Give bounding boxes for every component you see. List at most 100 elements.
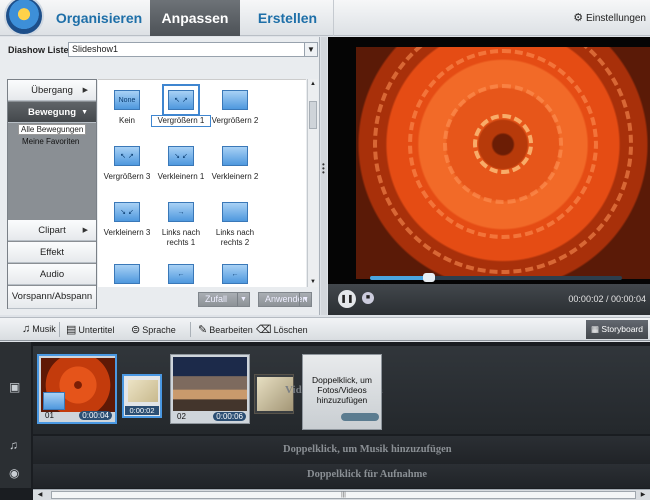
time-display: 00:00:02 / 00:00:04 (568, 294, 646, 304)
top-navigation-bar: Organisieren Anpassen Erstellen ⚙ Einste… (0, 0, 650, 36)
stop-button[interactable]: ■ (362, 292, 374, 304)
subtitle-icon: ▤ (66, 324, 77, 336)
progress-handle[interactable] (422, 273, 435, 282)
subcategory-alle-bewegungen[interactable]: Alle Bewegungen (18, 124, 87, 135)
effect-label: Links nach rechts 1 (161, 228, 201, 247)
clip-thumbnail (173, 357, 247, 411)
pause-button[interactable]: ❚❚ (338, 290, 356, 308)
drag-handle-icon[interactable]: • • • (322, 161, 325, 177)
microphone-icon: ⊜ (131, 324, 141, 336)
apply-button[interactable]: Anwenden ▼ (258, 292, 312, 307)
preview-video (356, 47, 650, 279)
chevron-down-icon[interactable]: ▼ (304, 43, 317, 56)
subcategory-meine-favoriten[interactable]: Meine Favoriten (22, 137, 79, 146)
chevron-down-icon[interactable]: ▼ (299, 293, 311, 306)
pan-icon: ← (222, 264, 248, 284)
chevron-right-icon: ▶ (82, 227, 88, 234)
voice-record-track[interactable]: Doppelklick für Aufnahme (33, 464, 650, 488)
playback-progress-bar[interactable] (370, 273, 622, 282)
storyboard-scrollbar[interactable]: ◀ ||| ▶ (33, 489, 650, 500)
storyboard-toggle[interactable]: ▦ Storyboard (586, 320, 648, 339)
add-media-text: Doppelklick, um Fotos/Videos hinzuzufüge… (312, 375, 372, 405)
random-button[interactable]: Zufall ▼ (198, 292, 250, 307)
scroll-up-icon[interactable]: ▲ (308, 79, 318, 89)
scrollbar-thumb[interactable]: ||| (51, 491, 636, 499)
effect-partial-row[interactable] (98, 264, 156, 287)
effect-verkleinern-3[interactable]: ↘ ↙ Verkleinern 3 (98, 202, 156, 238)
storyboard-transition-1[interactable]: 0:00:02 (122, 374, 162, 418)
chevron-down-icon[interactable]: ▼ (237, 293, 249, 306)
slideshow-list-label: Diashow Liste (8, 45, 69, 55)
category-effekt[interactable]: Effekt (8, 242, 96, 263)
subtitle-label: Untertitel (78, 325, 115, 335)
scroll-left-icon[interactable]: ◀ (35, 490, 45, 500)
tab-erstellen[interactable]: Erstellen (242, 0, 334, 36)
pan-icon (114, 264, 140, 284)
category-vorspann-abspann[interactable]: Vorspann/Abspann (8, 286, 96, 309)
record-hint: Doppelklick für Aufnahme (307, 469, 427, 480)
slideshow-select[interactable]: Slideshow1 ▼ (68, 42, 318, 57)
voice-label: Sprache (142, 325, 176, 335)
chevron-right-icon: ▶ (82, 87, 88, 94)
effect-gallery-scrollbar[interactable]: ▲ ▼ (307, 79, 318, 287)
edit-button[interactable]: ✎ Bearbeiten (198, 323, 253, 336)
add-media-placeholder[interactable]: Doppelklick, um Fotos/Videos hinzuzufüge… (302, 354, 382, 430)
clip-number: 02 (177, 412, 186, 421)
effect-thumbnail: None (114, 90, 140, 110)
subtitle-button[interactable]: ▤ Untertitel (66, 323, 114, 336)
effect-verkleinern-2[interactable]: Verkleinern 2 (206, 146, 264, 182)
trash-icon: ⌫ (256, 324, 272, 336)
music-label: Musik (32, 324, 56, 334)
category-clipart[interactable]: Clipart ▶ (8, 220, 96, 241)
effect-vergroessern-2[interactable]: Vergrößern 2 (206, 90, 264, 126)
edit-label: Bearbeiten (209, 325, 253, 335)
storyboard-clip-1[interactable]: 01 0:00:04 (37, 354, 117, 424)
panel-splitter[interactable]: • • • (321, 37, 327, 315)
effect-kein[interactable]: None Kein (98, 90, 156, 126)
music-track[interactable]: Doppelklick, um Musik hinzuzufügen (33, 436, 650, 464)
scroll-right-icon[interactable]: ▶ (638, 490, 648, 500)
effect-label: Links nach rechts 2 (215, 228, 255, 247)
microphone-icon: ◉ (9, 466, 20, 480)
effect-partial-row[interactable]: ← (152, 264, 210, 287)
add-music-hint: Doppelklick, um Musik hinzuzufügen (283, 444, 452, 455)
zoom-out-icon (222, 146, 248, 166)
storyboard-clip-2[interactable]: 02 0:00:06 (170, 354, 250, 424)
timeline-toolbar: ♫ Musik ▤ Untertitel ⊜ Sprache ✎ Bearbeiten … (0, 317, 650, 341)
clip-number: 01 (45, 411, 54, 420)
settings-button[interactable]: ⚙ Einstellungen (573, 11, 646, 24)
category-bewegung[interactable]: Bewegung ▼ (8, 102, 96, 123)
track-icons-column: ▣ ♫ ◉ (0, 342, 31, 488)
category-list: Übergang ▶ Bewegung ▼ Clipart ▶ Effekt A… (7, 79, 97, 309)
music-button[interactable]: ♫ Musik (22, 323, 56, 335)
category-label: Audio (39, 269, 65, 280)
transition-duration: 0:00:02 (125, 406, 159, 415)
scroll-down-icon[interactable]: ▼ (308, 277, 318, 287)
effect-label: Vergrößern 1 (151, 115, 211, 127)
tab-organisieren[interactable]: Organisieren (50, 0, 148, 36)
category-label: Clipart (38, 225, 66, 236)
gear-icon: ⚙ (573, 12, 584, 24)
effect-vergroessern-1[interactable]: ↖ ↗ Vergrößern 1 (151, 84, 211, 127)
effect-links-nach-rechts-1[interactable]: → Links nach rechts 1 (152, 202, 210, 248)
zoom-out-icon: ↘ ↙ (168, 146, 194, 166)
category-audio[interactable]: Audio (8, 264, 96, 285)
delete-label: Löschen (273, 325, 308, 335)
effect-partial-row[interactable]: ← (206, 264, 264, 287)
delete-button[interactable]: ⌫ Löschen (256, 323, 308, 336)
voice-button[interactable]: ⊜ Sprache (131, 323, 176, 336)
tab-anpassen[interactable]: Anpassen (150, 0, 240, 36)
storyboard-area: ▣ ♫ ◉ 01 0:00:04 0:00:02 02 0:00:06 Vide… (0, 342, 650, 500)
effect-label: Vergrößern 3 (103, 172, 151, 181)
effect-vergroessern-3[interactable]: ↖ ↗ Vergrößern 3 (98, 146, 156, 182)
photo-video-track[interactable]: 01 0:00:04 0:00:02 02 0:00:06 Videos hin… (33, 346, 650, 434)
category-uebergang[interactable]: Übergang ▶ (8, 80, 96, 101)
effect-label: Kein (118, 116, 135, 125)
storyboard-label: Storyboard (601, 324, 643, 334)
effect-thumbnail-text: None (118, 97, 136, 104)
effect-verkleinern-1[interactable]: ↘ ↙ Verkleinern 1 (152, 146, 210, 182)
pan-icon: ← (168, 264, 194, 284)
effect-links-nach-rechts-2[interactable]: Links nach rechts 2 (206, 202, 264, 248)
scrollbar-thumb[interactable] (309, 101, 317, 129)
category-label: Bewegung (27, 107, 77, 118)
